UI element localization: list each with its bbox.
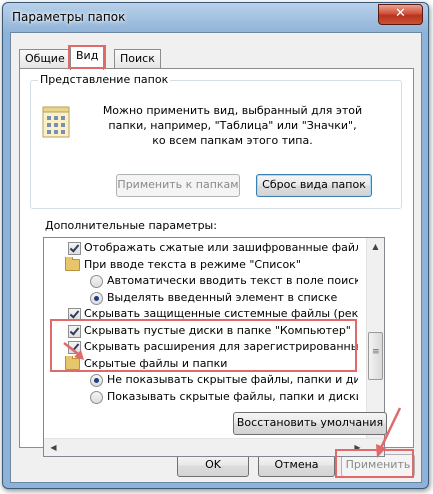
radio-icon[interactable] [90,390,103,404]
list-item[interactable]: Отображать сжатые или зашифрованные файл… [44,240,358,256]
folder-icon [65,256,80,271]
list-item-label: Скрытые файлы и папки [84,356,228,370]
advanced-settings-label: Дополнительные параметры: [45,219,217,232]
scroll-up-icon[interactable]: ▲ [368,239,383,254]
tab-search-label: Поиск [120,52,155,65]
cancel-label: Отмена [274,458,319,471]
horizontal-scrollbar[interactable]: ◀ ▶ [44,438,384,456]
ok-label: OK [205,458,221,471]
list-item[interactable]: Скрывать защищенные системные файлы (рек… [44,306,358,322]
scroll-right-icon[interactable]: ▶ [350,440,365,455]
tab-view[interactable]: Вид [68,45,107,70]
list-item[interactable]: Скрывать пустые диски в папке "Компьютер… [44,323,358,339]
restore-defaults-label: Восстановить умолчания [236,416,384,429]
folder-options-window: Параметры папок ✕ Общие Вид Поиск Предст… [2,2,429,489]
list-item-label: Скрывать защищенные системные файлы (рек… [84,307,358,320]
folder-view-description: Можно применить вид, выбранный для этой … [102,104,363,147]
list-item-label: Скрывать расширения для зарегистрированн… [84,340,358,353]
list-item[interactable]: Скрывать расширения для зарегистрированн… [44,339,358,355]
list-item[interactable]: Выделять введенный элемент в списке [44,290,358,306]
annotation-arrow-icon [376,407,402,458]
reset-folders-button[interactable]: Сброс вида папок [256,174,372,197]
restore-defaults-button[interactable]: Восстановить умолчания [233,412,387,435]
list-item-label: Показывать скрытые файлы, папки и диски [107,389,358,403]
tab-general[interactable]: Общие [19,49,71,69]
checkbox-icon[interactable] [68,242,81,255]
scroll-left-icon[interactable]: ◀ [46,440,61,455]
close-button[interactable]: ✕ [378,4,423,25]
radio-icon[interactable] [90,275,103,288]
title-bar[interactable]: Параметры папок ✕ [3,3,428,31]
list-item-label: Отображать сжатые или зашифрованные файл… [84,241,358,254]
tab-search[interactable]: Поиск [114,49,161,69]
radio-icon[interactable] [90,374,103,387]
list-item-label: Не показывать скрытые файлы, папки и дис… [107,373,358,386]
folder-view-icon [42,106,70,138]
list-item: Скрытые файлы и папки [44,355,358,372]
apply-to-folders-button[interactable]: Применить к папкам [116,174,240,197]
radio-icon[interactable] [90,291,103,305]
list-item-label: При вводе текста в режиме "Список" [84,257,301,271]
tab-view-label: Вид [76,49,99,62]
list-item-label: Автоматически вводить текст в поле поиск… [107,274,358,287]
list-item[interactable]: Автоматически вводить текст в поле поиск… [44,273,358,289]
close-icon: ✕ [395,6,406,21]
ok-button[interactable]: OK [177,454,249,477]
apply-to-folders-label: Применить к папкам [117,178,239,191]
scrollbar-thumb[interactable] [368,332,383,380]
folder-view-group-label: Представление папок [38,73,171,86]
list-item: При вводе текста в режиме "Список" [44,256,358,273]
cancel-button[interactable]: Отмена [258,454,335,477]
window-title: Параметры папок [12,10,126,24]
list-item-label: Выделять введенный элемент в списке [107,290,338,304]
list-item-label: Скрывать пустые диски в папке "Компьютер… [84,323,351,337]
list-item[interactable]: Не показывать скрытые файлы, папки и дис… [44,372,358,388]
reset-folders-label: Сброс вида папок [262,178,366,191]
dialog-client-area: Общие Вид Поиск Представление папок Можн… [10,32,422,483]
tab-general-label: Общие [25,52,65,65]
checkbox-icon[interactable] [68,324,81,338]
annotation-arrow-icon [63,342,84,360]
list-item[interactable]: Показывать скрытые файлы, папки и диски [44,389,358,405]
tab-page-view: Представление папок Можно применить вид,… [19,68,414,457]
checkbox-icon[interactable] [68,308,81,321]
